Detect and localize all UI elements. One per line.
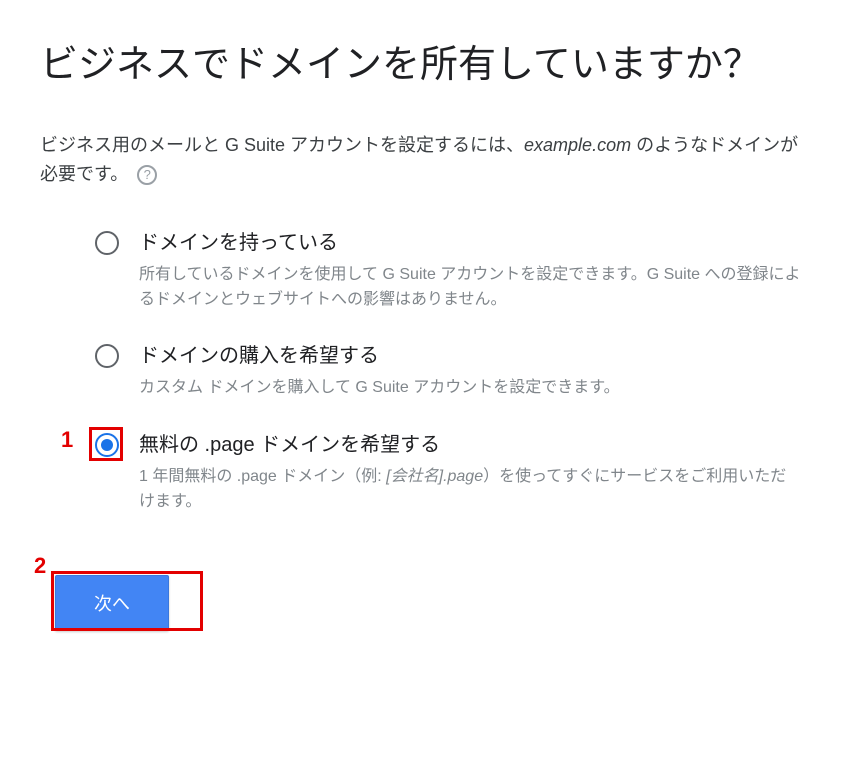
radio-circle-icon: [95, 231, 119, 255]
option-desc: カスタム ドメインを購入して G Suite アカウントを設定できます。: [139, 376, 801, 401]
annotation-marker-2: 2: [34, 553, 46, 579]
option-text: ドメインを持っている 所有しているドメインを使用して G Suite アカウント…: [139, 229, 801, 313]
intro-part1: ビジネス用のメールと G Suite アカウントを設定するには、: [40, 135, 524, 155]
option-desc-part1: 1 年間無料の .page ドメイン（例:: [139, 468, 386, 485]
option-title: 無料の .page ドメインを希望する: [139, 431, 801, 459]
option-title: ドメインを持っている: [139, 229, 801, 257]
radio-buy-domain[interactable]: [95, 344, 119, 368]
annotation-marker-1: 1: [61, 427, 73, 453]
radio-circle-icon: [95, 344, 119, 368]
option-have-domain[interactable]: ドメインを持っている 所有しているドメインを使用して G Suite アカウント…: [95, 229, 801, 313]
intro-example: example.com: [524, 135, 636, 155]
option-text: 無料の .page ドメインを希望する 1 年間無料の .page ドメイン（例…: [139, 431, 801, 515]
option-desc: 所有しているドメインを使用して G Suite アカウントを設定できます。G S…: [139, 263, 801, 313]
option-buy-domain[interactable]: ドメインの購入を希望する カスタム ドメインを購入して G Suite アカウン…: [95, 342, 801, 401]
domain-options: ドメインを持っている 所有しているドメインを使用して G Suite アカウント…: [40, 229, 801, 515]
help-icon[interactable]: ?: [137, 165, 157, 185]
page-heading: ビジネスでドメインを所有していますか？: [40, 40, 801, 91]
option-desc-italic: [会社名].page: [386, 468, 483, 485]
intro-text: ビジネス用のメールと G Suite アカウントを設定するには、example.…: [40, 131, 801, 189]
radio-free-page-domain[interactable]: [95, 433, 119, 457]
option-text: ドメインの購入を希望する カスタム ドメインを購入して G Suite アカウン…: [139, 342, 801, 401]
option-desc: 1 年間無料の .page ドメイン（例: [会社名].page）を使ってすぐに…: [139, 465, 801, 515]
next-button[interactable]: 次へ: [55, 575, 169, 631]
option-free-page-domain[interactable]: 1 無料の .page ドメインを希望する 1 年間無料の .page ドメイン…: [95, 431, 801, 515]
radio-have-domain[interactable]: [95, 231, 119, 255]
button-area: 2 次へ: [40, 575, 801, 631]
option-title: ドメインの購入を希望する: [139, 342, 801, 370]
radio-circle-selected-icon: [95, 433, 119, 457]
